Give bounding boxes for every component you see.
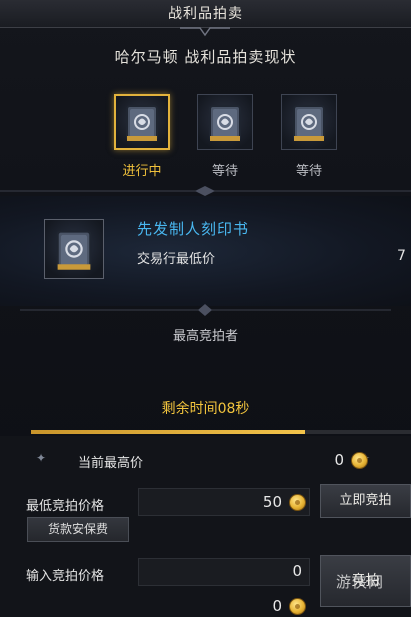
slot-2-label: 等待 [211,164,238,179]
auction-subtitle: 哈尔马顿 战利品拍卖现状 [114,48,297,66]
book-icon [126,105,158,141]
input-bid-label: 输入竞拍价格 [26,569,105,584]
deposit-fee-button[interactable]: 货款安保费 [27,517,129,542]
current-bid-label: 当前最高价 [78,456,144,471]
min-bid-field [138,488,310,516]
highest-bidder-label: 最高竞拍者 [172,329,238,344]
slot-3-label: 等待 [295,164,322,179]
min-bid-label: 最低竞拍价格 [26,499,105,514]
book-icon [293,105,325,141]
auction-window: 战利品拍卖 哈尔马顿 战利品拍卖现状 进行中 等待 等待 先发制人刻印书 交易行… [0,0,411,617]
slot-2[interactable] [197,94,253,150]
bid-input-value: 0 [292,562,302,580]
slot-1-label: 进行中 [122,164,162,179]
watermark: 游侠网 [336,573,385,591]
current-bid-value: 0 [334,451,344,469]
buyout-button[interactable]: 立即竞拍 [320,484,411,518]
item-slot[interactable] [44,219,104,279]
item-panel: 先发制人刻印书 交易行最低价 7 [0,196,411,306]
gold-coin-icon [289,494,306,511]
market-min-price-label: 交易行最低价 [137,252,216,267]
deposit-cost-value: 0 [272,597,282,615]
gold-coin-icon [351,452,368,469]
min-bid-value: 50 [262,493,282,511]
sparkle-icon: ✦ [36,451,47,465]
market-min-price-value: 7 [397,248,406,264]
time-progress-fill [31,430,305,434]
book-icon [56,230,92,270]
item-name: 先发制人刻印书 [137,220,250,238]
gold-coin-icon [289,598,306,615]
title-ornament-icon [180,27,230,37]
remaining-time-label: 剩余时间08秒 [161,401,250,417]
time-progress-bar [31,430,411,434]
title-bar: 战利品拍卖 [0,0,411,28]
window-title: 战利品拍卖 [168,6,243,22]
slot-3[interactable] [281,94,337,150]
book-icon [209,105,241,141]
slot-1[interactable] [114,94,170,150]
